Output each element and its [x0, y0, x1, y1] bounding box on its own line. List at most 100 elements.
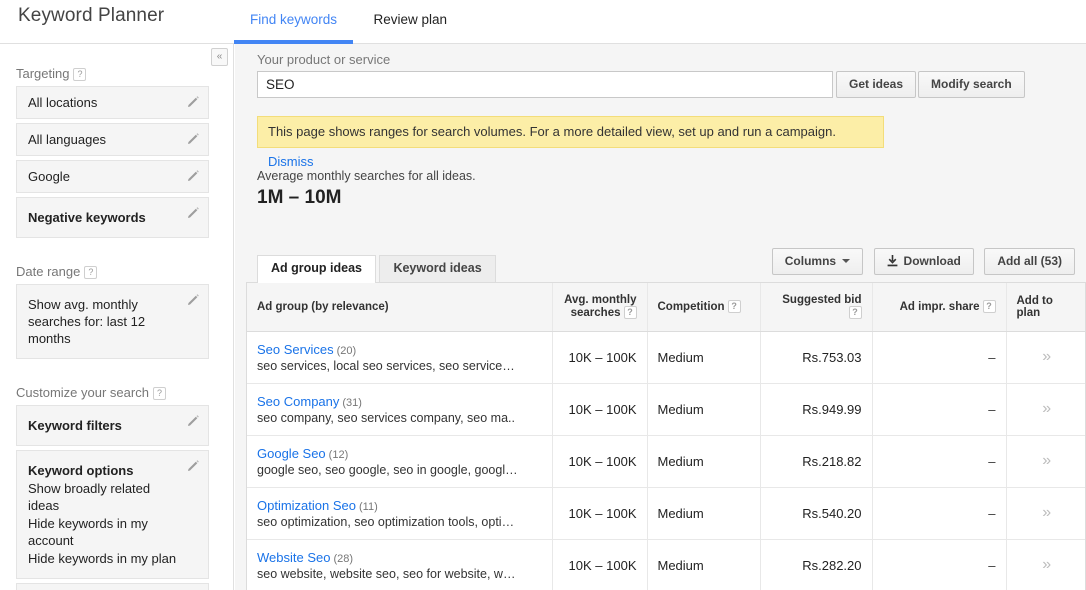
pencil-icon[interactable] [187, 95, 200, 108]
sidebar-item-label: Google [28, 169, 70, 184]
help-icon[interactable]: ? [84, 266, 98, 279]
column-label: Suggested bid [782, 294, 862, 307]
pencil-icon[interactable] [187, 414, 200, 427]
column-label: Ad impr. share [899, 301, 980, 314]
ad-group-count: (20) [336, 344, 357, 357]
help-icon[interactable]: ? [152, 387, 166, 400]
average-searches-label: Average monthly searches for all ideas. [257, 169, 476, 183]
add-to-plan-button[interactable]: » [1005, 435, 1085, 488]
add-all-button[interactable]: Add all (53) [984, 248, 1075, 275]
help-icon[interactable]: ? [982, 300, 996, 314]
sidebar-item-all-languages[interactable]: All languages [16, 123, 209, 156]
sidebar-section-title-customize: Customize your search? [16, 385, 233, 400]
page-title: Keyword Planner [18, 5, 165, 26]
cell-avg-searches: 10K – 100K [551, 487, 647, 540]
nav-tab-review-plan[interactable]: Review plan [358, 0, 464, 44]
add-to-plan-button[interactable]: » [1005, 487, 1085, 540]
pencil-icon[interactable] [187, 293, 200, 306]
cell-avg-searches: 10K – 100K [551, 539, 647, 590]
cell-impr-share: – [871, 539, 1006, 590]
table-row: Google Seo (12) google seo, seo google, s… [247, 435, 1085, 488]
column-label: Competition [657, 301, 725, 314]
help-icon[interactable]: ? [623, 306, 637, 320]
main-nav-tabs: Find keywords Review plan [234, 0, 463, 44]
cell-ad-group: Seo Company (31) seo company, seo service… [247, 383, 552, 436]
modify-search-button[interactable]: Modify search [918, 71, 1025, 98]
search-field-label: Your product or service [257, 52, 391, 67]
ad-group-link[interactable]: Seo Company [257, 394, 339, 409]
sidebar-item-date-range[interactable]: Show avg. monthly searches for: last 12 … [16, 284, 209, 359]
tab-ad-group-ideas[interactable]: Ad group ideas [257, 255, 376, 283]
column-header-ad-group[interactable]: Ad group (by relevance) [247, 283, 552, 332]
ad-group-link[interactable]: Seo Services [257, 342, 334, 357]
ad-group-count: (12) [328, 448, 349, 461]
ad-group-link[interactable]: Google Seo [257, 446, 326, 461]
tab-keyword-ideas[interactable]: Keyword ideas [379, 255, 496, 282]
main-content-area: Your product or service Get ideas Modify… [235, 44, 1086, 590]
ad-group-link[interactable]: Website Seo [257, 550, 330, 565]
cell-ad-group: Google Seo (12) google seo, seo google, s… [247, 435, 552, 488]
ad-group-keywords: google seo, seo google, seo in google, g… [257, 462, 518, 477]
pencil-icon[interactable] [187, 132, 200, 145]
ad-group-keywords: seo company, seo services company, seo m… [257, 410, 515, 425]
add-to-plan-button[interactable]: » [1005, 539, 1085, 590]
nav-tab-find-keywords[interactable]: Find keywords [234, 0, 354, 44]
sidebar-section-label: Targeting [16, 66, 70, 81]
column-label: Ad group (by relevance) [257, 300, 389, 313]
sidebar-option-hide-keywords-account[interactable]: Hide keywords in my account [28, 515, 180, 549]
cell-competition: Medium [646, 331, 760, 384]
sidebar-section-label: Date range [16, 264, 81, 279]
sidebar-option-show-broadly-related[interactable]: Show broadly related ideas [28, 480, 180, 514]
table-row: Optimization Seo (11) seo optimization, s… [247, 487, 1085, 540]
cell-impr-share: – [871, 435, 1006, 488]
sidebar-collapse-icon[interactable]: « [211, 48, 228, 66]
download-button[interactable]: Download [873, 248, 974, 275]
add-to-plan-button[interactable]: » [1005, 331, 1085, 384]
table-header: Ad group (by relevance) Avg. monthly sea… [247, 283, 1085, 332]
info-banner-text: This page shows ranges for search volume… [268, 124, 836, 139]
cell-avg-searches: 10K – 100K [551, 435, 647, 488]
cell-suggested-bid: Rs.753.03 [759, 331, 872, 384]
column-header-competition[interactable]: Competition? [646, 283, 760, 332]
sidebar-section-title-targeting: Targeting? [16, 66, 233, 81]
sidebar-item-keywords-to-include[interactable]: Keywords to include [16, 583, 209, 590]
get-ideas-button[interactable]: Get ideas [836, 71, 917, 98]
ad-group-link[interactable]: Optimization Seo [257, 498, 356, 513]
chevron-down-icon [842, 259, 851, 263]
sidebar-item-keyword-filters[interactable]: Keyword filters [16, 405, 209, 446]
dismiss-link[interactable]: Dismiss [268, 154, 314, 169]
cell-impr-share: – [871, 383, 1006, 436]
cell-ad-group: Website Seo (28) seo website, website seo… [247, 539, 552, 590]
sidebar-section-targeting: Targeting? All locations All languages G… [0, 66, 233, 238]
help-icon[interactable]: ? [848, 306, 862, 320]
cell-competition: Medium [646, 383, 760, 436]
column-header-suggested-bid[interactable]: Suggested bid? [759, 283, 872, 332]
table-row: Website Seo (28) seo website, website seo… [247, 539, 1085, 590]
cell-ad-group: Optimization Seo (11) seo optimization, s… [247, 487, 552, 540]
table-row: Seo Services (20) seo services, local seo… [247, 331, 1085, 384]
sidebar-option-hide-keywords-plan[interactable]: Hide keywords in my plan [28, 550, 180, 567]
sidebar-item-keyword-options[interactable]: Keyword options Show broadly related ide… [16, 450, 209, 579]
pencil-icon[interactable] [187, 459, 200, 472]
sidebar-section-date-range: Date range? Show avg. monthly searches f… [0, 264, 233, 359]
sidebar-section-label: Customize your search [16, 385, 149, 400]
sidebar-item-google[interactable]: Google [16, 160, 209, 193]
column-header-ad-impr-share[interactable]: Ad impr. share? [871, 283, 1006, 332]
pencil-icon[interactable] [187, 206, 200, 219]
ad-group-keywords: seo optimization, seo optimization tools… [257, 514, 515, 529]
pencil-icon[interactable] [187, 169, 200, 182]
column-header-avg-searches[interactable]: Avg. monthly searches? [551, 283, 647, 332]
sidebar-item-all-locations[interactable]: All locations [16, 86, 209, 119]
ad-group-keywords: seo services, local seo services, seo se… [257, 358, 515, 373]
cell-suggested-bid: Rs.949.99 [759, 383, 872, 436]
columns-button[interactable]: Columns [771, 248, 864, 275]
help-icon[interactable]: ? [73, 68, 87, 81]
add-to-plan-button[interactable]: » [1005, 383, 1085, 436]
cell-suggested-bid: Rs.282.20 [759, 539, 872, 590]
sidebar-item-label: Negative keywords [28, 210, 146, 225]
help-icon[interactable]: ? [727, 300, 741, 314]
sidebar-section-title-date-range: Date range? [16, 264, 233, 279]
sidebar-item-negative-keywords[interactable]: Negative keywords [16, 197, 209, 238]
search-input[interactable] [257, 71, 833, 98]
